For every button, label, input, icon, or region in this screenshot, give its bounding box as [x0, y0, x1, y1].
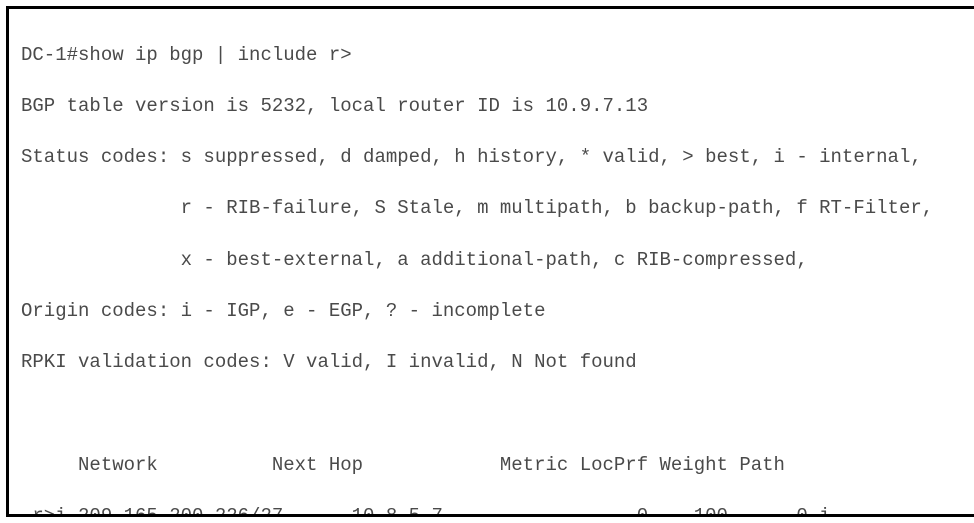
- hostname: DC-1: [21, 44, 67, 66]
- prompt-char: #: [67, 44, 78, 66]
- bgp-col-header: Network Next Hop Metric LocPrf Weight Pa…: [21, 453, 965, 479]
- bgp-status-3: x - best-external, a additional-path, c …: [21, 248, 965, 274]
- bgp-status-2: r - RIB-failure, S Stale, m multipath, b…: [21, 196, 965, 222]
- bgp-status-1: Status codes: s suppressed, d damped, h …: [21, 145, 965, 171]
- command-1: show ip bgp | include r>: [78, 44, 352, 66]
- bgp-header: BGP table version is 5232, local router …: [21, 94, 965, 120]
- blank-line: [21, 402, 965, 428]
- bgp-origin: Origin codes: i - IGP, e - EGP, ? - inco…: [21, 299, 965, 325]
- prompt-line-cmd1: DC-1#show ip bgp | include r>: [21, 43, 965, 69]
- bgp-rpki: RPKI validation codes: V valid, I invali…: [21, 350, 965, 376]
- terminal-window: DC-1#show ip bgp | include r> BGP table …: [6, 6, 974, 517]
